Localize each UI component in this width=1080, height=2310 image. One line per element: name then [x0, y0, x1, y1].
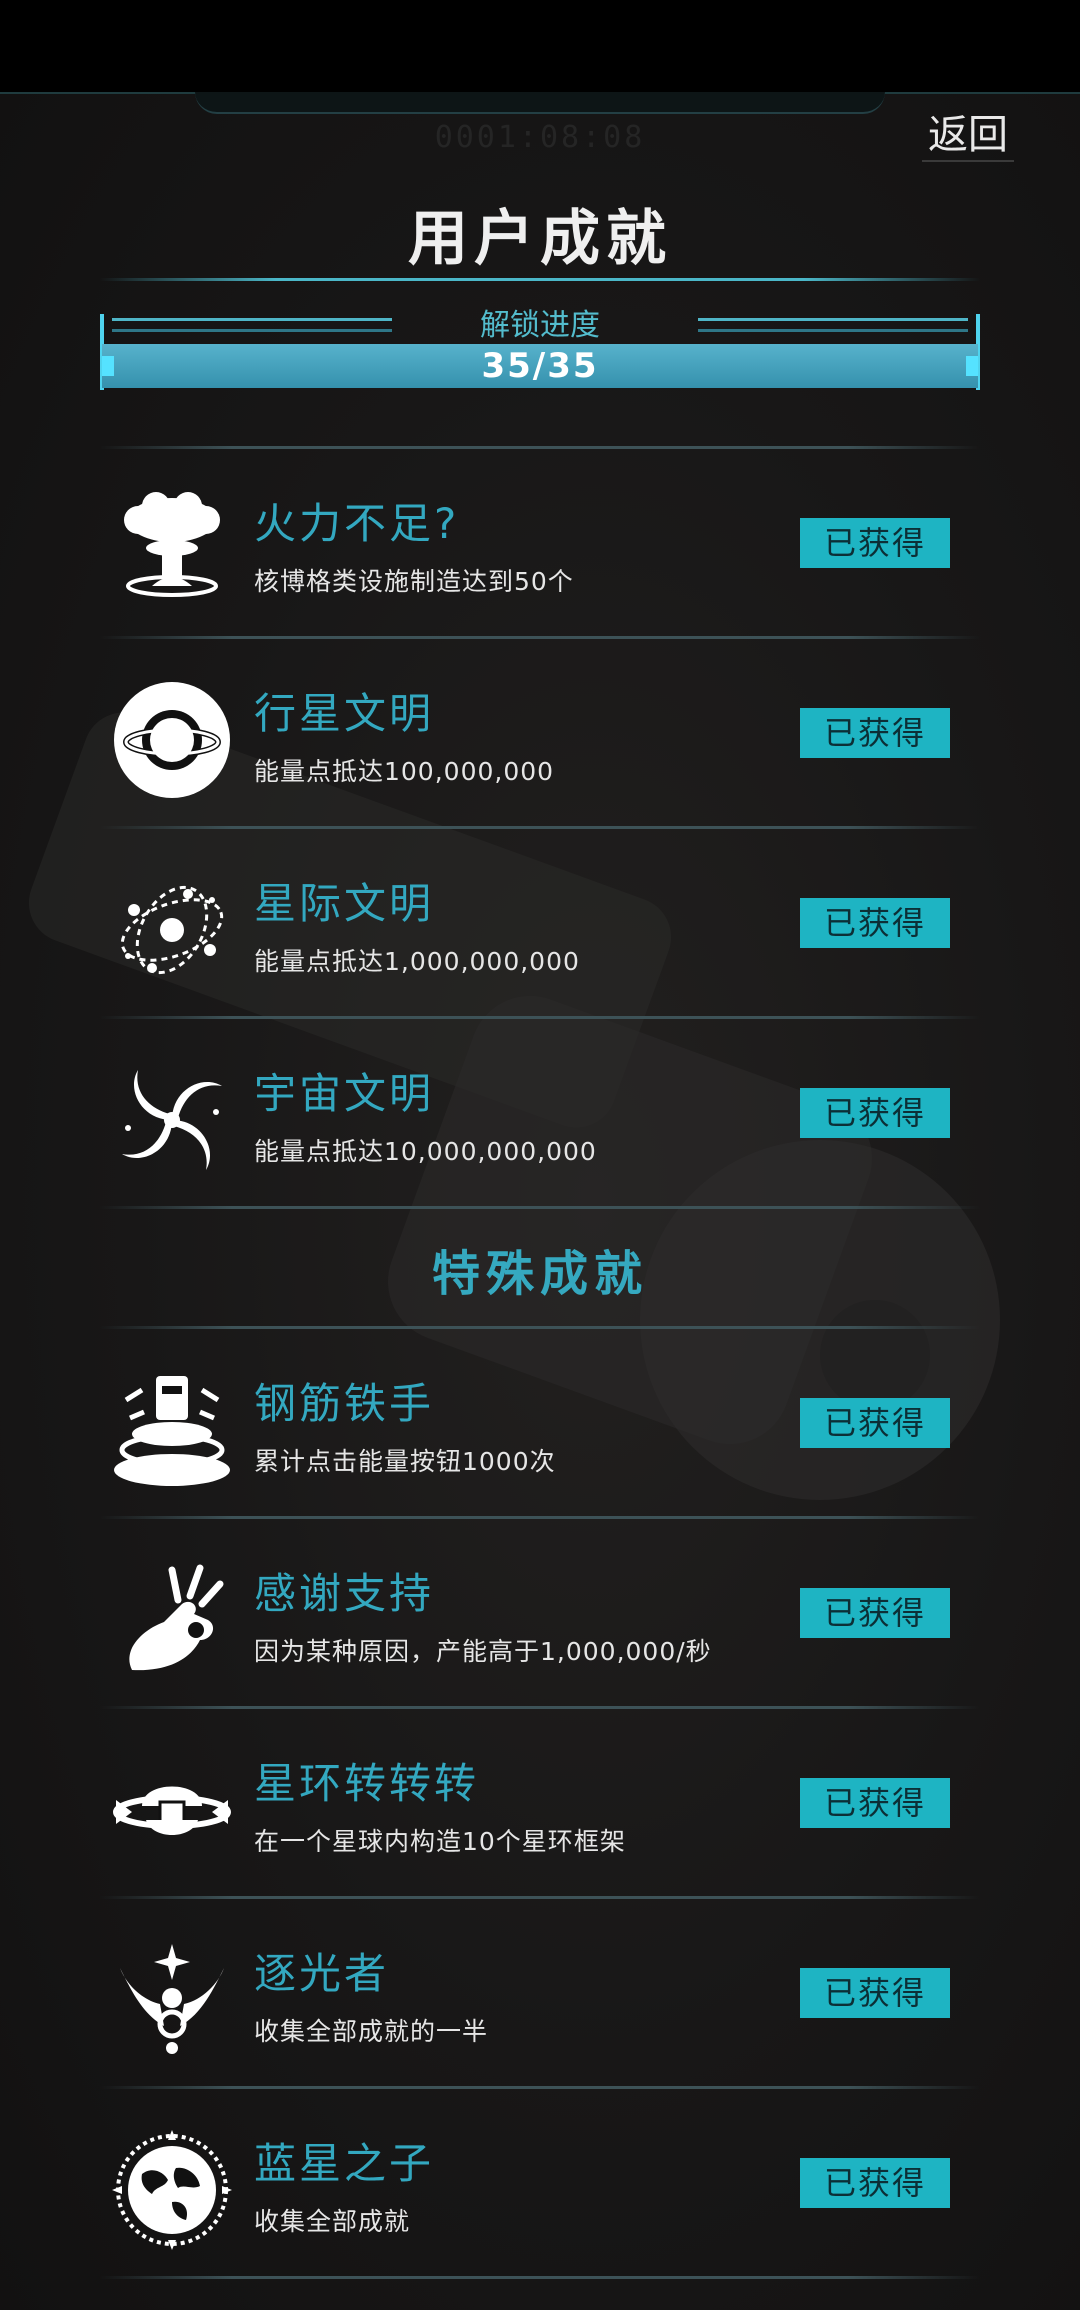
divider — [100, 1206, 980, 1209]
achievement-status-badge: 已获得 — [800, 1398, 950, 1448]
divider — [100, 636, 980, 639]
special-section-title: 特殊成就 — [431, 1246, 648, 1302]
achievement-title: 钢筋铁手 — [254, 1379, 435, 1428]
achievement-status-badge: 已获得 — [800, 1778, 950, 1828]
winged-light-icon — [120, 1944, 224, 2054]
achievement-title: 火力不足? — [254, 499, 460, 548]
achievement-status-badge: 已获得 — [800, 1588, 950, 1638]
divider — [100, 1326, 980, 1329]
divider — [100, 1706, 980, 1709]
achievement-desc: 能量点抵达1,000,000,000 — [254, 947, 580, 976]
achievement-row: 感谢支持 因为某种原因，产能高于1,000,000/秒 已获得 — [100, 1520, 980, 1710]
back-button[interactable]: 返回 — [922, 110, 1014, 162]
achievement-row: 钢筋铁手 累计点击能量按钮1000次 已获得 — [100, 1330, 980, 1520]
achievement-title: 星际文明 — [254, 879, 435, 928]
progress-count: 35/35 — [481, 346, 599, 386]
earth-emblem-icon — [112, 2130, 232, 2250]
divider — [100, 1896, 980, 1899]
achievement-title: 宇宙文明 — [254, 1069, 435, 1118]
divider — [100, 2276, 980, 2279]
ring-frame-icon — [113, 1786, 231, 1835]
title-divider — [100, 278, 980, 281]
press-button-icon — [114, 1376, 230, 1486]
achievement-desc: 累计点击能量按钮1000次 — [254, 1447, 556, 1476]
achievement-row: 行星文明 能量点抵达100,000,000 已获得 — [100, 640, 980, 830]
achievement-row: 逐光者 收集全部成就的一半 已获得 — [100, 1900, 980, 2090]
achievement-title: 星环转转转 — [254, 1759, 480, 1808]
achievement-desc: 核博格类设施制造达到50个 — [254, 567, 574, 596]
achievement-title: 感谢支持 — [254, 1569, 435, 1618]
achievement-row: 宇宙文明 能量点抵达10,000,000,000 已获得 — [100, 1020, 980, 1210]
achievement-row: 蓝星之子 收集全部成就 已获得 — [100, 2090, 980, 2280]
galaxy-spiral-icon — [122, 1070, 222, 1170]
achievement-title: 行星文明 — [254, 689, 435, 738]
achievement-row: 星际文明 能量点抵达1,000,000,000 已获得 — [100, 830, 980, 1020]
divider — [100, 2086, 980, 2089]
achievement-desc: 能量点抵达10,000,000,000 — [254, 1137, 597, 1166]
ok-hand-icon — [129, 1564, 224, 1671]
achievement-row: 火力不足? 核博格类设施制造达到50个 已获得 — [100, 450, 980, 640]
achievement-desc: 因为某种原因，产能高于1,000,000/秒 — [254, 1637, 712, 1666]
planet-icon — [114, 682, 230, 798]
achievement-status-badge: 已获得 — [800, 2158, 950, 2208]
divider — [100, 1016, 980, 1019]
achievement-status-badge: 已获得 — [800, 1088, 950, 1138]
achievement-status-badge: 已获得 — [800, 898, 950, 948]
faint-timer: 0001:08:08 — [434, 120, 646, 155]
mushroom-cloud-icon — [124, 492, 220, 597]
divider — [100, 1516, 980, 1519]
achievement-row: 星环转转转 在一个星球内构造10个星环框架 已获得 — [100, 1710, 980, 1900]
achievement-status-badge: 已获得 — [800, 708, 950, 758]
achievement-desc: 收集全部成就 — [254, 2207, 411, 2236]
achievement-desc: 收集全部成就的一半 — [254, 2017, 489, 2046]
star-system-icon — [120, 885, 224, 975]
achievement-status-badge: 已获得 — [800, 1968, 950, 2018]
top-notch-decoration — [195, 92, 885, 114]
divider — [100, 446, 980, 449]
achievement-desc: 在一个星球内构造10个星环框架 — [254, 1827, 626, 1856]
achievement-desc: 能量点抵达100,000,000 — [254, 757, 555, 786]
divider — [100, 826, 980, 829]
progress-label: 解锁进度 — [480, 308, 600, 343]
achievement-status-badge: 已获得 — [800, 518, 950, 568]
achievement-title: 逐光者 — [254, 1949, 390, 1998]
achievement-title: 蓝星之子 — [254, 2139, 435, 2188]
page-title: 用户成就 — [408, 204, 672, 274]
